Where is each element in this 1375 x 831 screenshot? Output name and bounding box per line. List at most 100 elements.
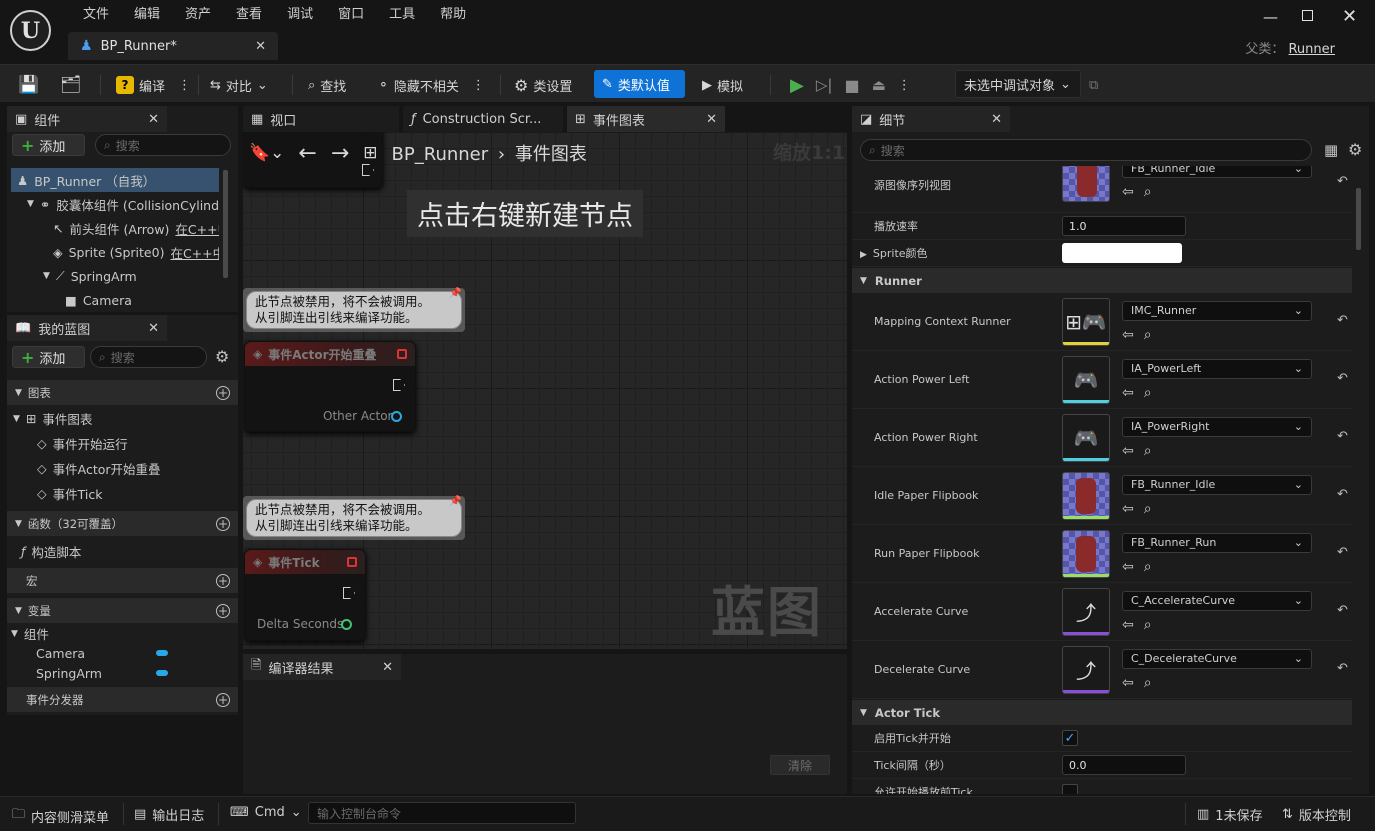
menu-edit[interactable]: 编辑 — [121, 6, 172, 24]
reset-to-default-icon[interactable]: ↶ — [1337, 371, 1348, 386]
use-selected-icon[interactable]: ⇦ — [1122, 617, 1134, 633]
flipbook-thumbnail[interactable] — [1062, 166, 1110, 202]
reset-to-default-icon[interactable]: ↶ — [1337, 313, 1348, 328]
source-control-button[interactable]: ⇅ 版本控制 — [1282, 805, 1351, 824]
stop-icon[interactable]: ■ — [844, 76, 859, 95]
menu-debug[interactable]: 调试 — [274, 6, 325, 24]
section-graphs[interactable]: ▼ 图表 + — [7, 379, 238, 405]
debug-target-dropdown[interactable]: 未选中调试对象 ⌄ — [955, 70, 1081, 98]
component-note-link[interactable]: 在C++中编 — [170, 243, 219, 262]
float-pin-icon[interactable] — [341, 619, 352, 630]
reset-to-default-icon[interactable]: ↶ — [1337, 174, 1348, 189]
menu-file[interactable]: 文件 — [70, 6, 121, 24]
maximize-icon[interactable] — [1302, 10, 1313, 21]
unsaved-button[interactable]: ▥ 1未保存 — [1197, 805, 1263, 824]
add-component-button[interactable]: + 添加 — [12, 134, 85, 156]
reset-to-default-icon[interactable]: ↶ — [1337, 661, 1348, 676]
step-icon[interactable]: ▷| — [816, 76, 833, 94]
play-rate-input[interactable]: 1.0 — [1062, 216, 1186, 236]
class-defaults-button[interactable]: ✎ 类默认值 — [594, 70, 685, 98]
component-item-sprite[interactable]: ◈ Sprite (Sprite0) 在C++中编 — [11, 240, 219, 264]
exec-out-pin-icon[interactable] — [393, 379, 405, 391]
tick-before-play-checkbox[interactable] — [1062, 784, 1078, 794]
my-blueprint-tab-close-icon[interactable]: ✕ — [148, 321, 159, 336]
delegate-pin-icon[interactable] — [397, 349, 407, 359]
add-function-icon[interactable]: + — [216, 516, 230, 531]
bookmark-icon[interactable]: 🔖⌄ — [249, 143, 284, 163]
asset-dropdown[interactable]: FB_Runner_Idle ⌄ — [1122, 474, 1312, 495]
back-arrow-icon[interactable]: ← — [298, 141, 316, 166]
flipbook-icon[interactable] — [1062, 471, 1110, 520]
reset-to-default-icon[interactable]: ↶ — [1337, 487, 1348, 502]
function-item-construction[interactable]: ƒ 构造脚本 — [7, 539, 238, 563]
exec-out-pin-icon[interactable] — [343, 587, 355, 599]
section-actor-tick[interactable]: ▼ Actor Tick — [852, 699, 1352, 725]
unreal-logo[interactable]: U — [10, 10, 51, 51]
tab-construction-script[interactable]: ƒ Construction Scr... — [403, 106, 563, 132]
variable-item-camera[interactable]: Camera — [7, 643, 238, 663]
tab-close-icon[interactable]: ✕ — [991, 112, 1002, 127]
hide-unrelated-button[interactable]: ⚬ 隐藏不相关 ⋮ — [378, 72, 485, 98]
reset-to-default-icon[interactable]: ↶ — [1337, 603, 1348, 618]
menu-tools[interactable]: 工具 — [376, 6, 427, 24]
delegate-pin-icon[interactable] — [347, 557, 357, 567]
content-drawer-button[interactable]: 🗀 内容侧滑菜单 — [12, 805, 109, 827]
reset-to-default-icon[interactable]: ↶ — [1337, 429, 1348, 444]
add-member-button[interactable]: + 添加 — [12, 346, 85, 368]
document-tab[interactable]: ♟ BP_Runner* ✕ — [68, 32, 278, 60]
use-selected-icon[interactable]: ⇦ — [1122, 559, 1134, 575]
output-log-button[interactable]: ▤ 输出日志 — [134, 805, 204, 824]
add-dispatcher-icon[interactable]: + — [216, 692, 230, 707]
hide-options-icon[interactable]: ⋮ — [472, 78, 485, 93]
asset-dropdown[interactable]: C_DecelerateCurve ⌄ — [1122, 648, 1312, 669]
add-variable-icon[interactable]: + — [216, 603, 230, 618]
color-swatch[interactable] — [1062, 243, 1182, 263]
expand-arrow-icon[interactable]: ▶ — [860, 250, 867, 260]
tick-interval-input[interactable]: 0.0 — [1062, 755, 1186, 775]
menu-window[interactable]: 窗口 — [325, 6, 376, 24]
browse-asset-icon[interactable]: ⌕ — [1144, 443, 1152, 459]
play-options-icon[interactable]: ⋮ — [898, 78, 911, 93]
details-tab[interactable]: ◪ 细节 ✕ — [852, 106, 1010, 132]
use-selected-icon[interactable]: ⇦ — [1122, 385, 1134, 401]
my-blueprint-tab[interactable]: 📖 我的蓝图 ✕ — [7, 315, 167, 341]
use-selected-icon[interactable]: ⇦ — [1122, 443, 1134, 459]
browse-button[interactable]: 🗂 — [60, 72, 82, 98]
object-pin-icon[interactable] — [391, 411, 402, 422]
component-item-springarm[interactable]: ▼ ⟋ SpringArm — [11, 264, 219, 288]
breadcrumb-root[interactable]: BP_Runner — [392, 144, 489, 165]
section-variables[interactable]: ▼ 变量 + — [7, 597, 238, 623]
node-tick[interactable]: ◈ 事件Tick Delta Seconds — [244, 549, 366, 641]
save-button[interactable]: 💾 — [18, 72, 39, 98]
compile-button[interactable]: ? 编译 ⋮ — [116, 72, 191, 98]
section-dispatchers[interactable]: 事件分发器 + — [7, 686, 238, 712]
component-note-link[interactable]: 在C++中 — [175, 219, 219, 238]
clear-button[interactable]: 清除 — [770, 755, 830, 775]
event-item[interactable]: ◇ 事件Actor开始重叠 — [7, 456, 238, 481]
tab-close-icon[interactable]: ✕ — [255, 39, 266, 54]
input-action-icon[interactable]: 🎮 — [1062, 413, 1110, 462]
browse-asset-icon[interactable]: ⌕ — [1144, 385, 1152, 401]
components-search-input[interactable]: ⌕ 搜索 — [95, 134, 231, 156]
debug-object-button[interactable]: ⧉ — [1089, 72, 1098, 98]
use-selected-icon[interactable]: ⇦ — [1122, 501, 1134, 517]
find-button[interactable]: ⌕ 查找 — [308, 72, 346, 98]
gear-icon[interactable]: ⚙ — [215, 347, 229, 366]
compiler-results-tab[interactable]: 🗎 编译器结果 ✕ — [243, 654, 401, 680]
table-view-icon[interactable]: ▦ — [1324, 141, 1338, 159]
use-selected-icon[interactable]: ⇦ — [1122, 327, 1134, 343]
asset-dropdown[interactable]: C_AccelerateCurve ⌄ — [1122, 590, 1312, 611]
graph-item-event-graph[interactable]: ▼ ⊞ 事件图表 — [7, 406, 238, 431]
components-tab-close-icon[interactable]: ✕ — [148, 112, 159, 127]
variable-item-springarm[interactable]: SpringArm — [7, 663, 238, 683]
class-settings-button[interactable]: ⚙ 类设置 — [514, 72, 572, 98]
flipbook-icon[interactable] — [1062, 529, 1110, 578]
event-item[interactable]: ◇ 事件Tick — [7, 481, 238, 506]
simulate-button[interactable]: ▶ 模拟 — [702, 72, 743, 98]
component-item-self[interactable]: ♟ BP_Runner （自我） — [11, 168, 219, 192]
asset-dropdown[interactable]: FB_Runner_Idle ⌄ — [1122, 166, 1312, 178]
close-icon[interactable]: ✕ — [1342, 6, 1357, 27]
minimize-icon[interactable]: — — [1263, 8, 1278, 26]
browse-asset-icon[interactable]: ⌕ — [1144, 559, 1152, 575]
pin-icon[interactable]: 📌 — [449, 496, 461, 507]
